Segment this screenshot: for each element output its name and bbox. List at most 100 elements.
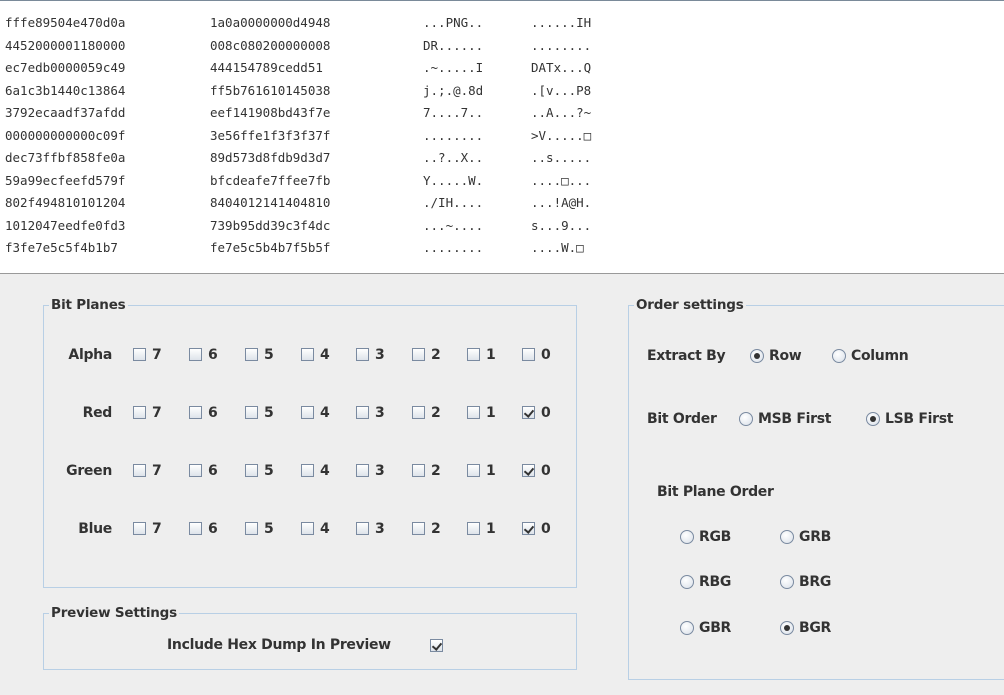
bit-number-label: 7 xyxy=(152,463,162,479)
hex-bytes: 59a99ecfeefd579f xyxy=(5,172,126,188)
bit-checkbox-red-7[interactable] xyxy=(133,406,146,419)
plane-order-grb-radio[interactable] xyxy=(780,530,794,544)
bit-number-label: 5 xyxy=(264,405,274,421)
bit-checkbox-alpha-7[interactable] xyxy=(133,348,146,361)
hex-bytes: fffe89504e470d0a xyxy=(5,15,126,30)
bit-checkbox-green-3[interactable] xyxy=(356,464,369,477)
hex-bytes: 444154789cedd51 xyxy=(210,60,323,75)
hex-bytes: 1a0a0000000d4948 xyxy=(210,15,331,30)
extract-row-radio[interactable] xyxy=(750,349,764,363)
ascii-text: .[v...P8 xyxy=(531,82,592,98)
bit-plane-row-alpha: Alpha 7 6 5 4 3 2 1 0 xyxy=(44,345,574,365)
bit-number-label: 7 xyxy=(152,521,162,537)
plane-order-rbg-label: RBG xyxy=(699,574,732,590)
hex-bytes: 1012047eedfe0fd3 xyxy=(5,217,126,233)
channel-label: Alpha xyxy=(68,347,112,363)
bit-checkbox-alpha-4[interactable] xyxy=(301,348,314,361)
bit-number-label: 7 xyxy=(152,405,162,421)
hex-bytes: 739b95dd39c3f4dc xyxy=(210,217,331,233)
bit-checkbox-green-1[interactable] xyxy=(467,464,480,477)
bit-number-label: 6 xyxy=(208,521,218,537)
bit-plane-row-green: Green 7 6 5 4 3 2 1 0 xyxy=(44,461,574,481)
hex-bytes: 3792ecaadf37afdd xyxy=(5,105,126,120)
bit-checkbox-green-0[interactable] xyxy=(522,464,535,477)
bit-number-label: 4 xyxy=(320,521,330,537)
bit-checkbox-blue-1[interactable] xyxy=(467,522,480,535)
ascii-text: ..s..... xyxy=(531,150,592,165)
hex-bytes: f3fe7e5c5f4b1b7 xyxy=(5,240,118,255)
hex-bytes: eef141908bd43f7e xyxy=(210,105,331,120)
extract-column-radio[interactable] xyxy=(832,349,846,363)
plane-order-bgr-radio[interactable] xyxy=(780,621,794,635)
ascii-text: >V.....□ xyxy=(531,127,592,143)
lsb-first-radio[interactable] xyxy=(866,412,880,426)
bit-checkbox-red-5[interactable] xyxy=(245,406,258,419)
bit-checkbox-alpha-2[interactable] xyxy=(412,348,425,361)
bit-number-label: 2 xyxy=(431,347,441,363)
bit-checkbox-blue-5[interactable] xyxy=(245,522,258,535)
ascii-text: ..?..X.. xyxy=(423,150,484,165)
plane-order-gbr-radio[interactable] xyxy=(680,621,694,635)
bit-number-label: 1 xyxy=(486,347,496,363)
channel-label: Blue xyxy=(78,521,112,537)
bit-checkbox-alpha-1[interactable] xyxy=(467,348,480,361)
bit-checkbox-alpha-0[interactable] xyxy=(522,348,535,361)
ascii-text: ........ xyxy=(423,240,484,255)
bit-number-label: 0 xyxy=(541,405,551,421)
bit-checkbox-blue-0[interactable] xyxy=(522,522,535,535)
hex-bytes: 89d573d8fdb9d3d7 xyxy=(210,150,331,165)
bit-checkbox-red-4[interactable] xyxy=(301,406,314,419)
ascii-text: ......IH xyxy=(531,15,592,30)
plane-order-rgb-radio[interactable] xyxy=(680,530,694,544)
bit-number-label: 0 xyxy=(541,463,551,479)
hex-bytes: 008c080200000008 xyxy=(210,37,331,53)
bit-checkbox-green-6[interactable] xyxy=(189,464,202,477)
ascii-text: ...!A@H. xyxy=(531,195,592,210)
plane-order-rbg-radio[interactable] xyxy=(680,575,694,589)
bit-checkbox-green-4[interactable] xyxy=(301,464,314,477)
bit-checkbox-blue-6[interactable] xyxy=(189,522,202,535)
plane-order-gbr-label: GBR xyxy=(699,620,732,636)
bit-number-label: 7 xyxy=(152,347,162,363)
bit-checkbox-red-1[interactable] xyxy=(467,406,480,419)
msb-first-radio[interactable] xyxy=(739,412,753,426)
hex-bytes: 6a1c3b1440c13864 xyxy=(5,82,126,98)
bit-checkbox-red-6[interactable] xyxy=(189,406,202,419)
hex-bytes: bfcdeafe7ffee7fb xyxy=(210,172,331,188)
bit-planes-title: Bit Planes xyxy=(49,296,128,314)
ascii-text: ....□... xyxy=(531,172,592,188)
bit-checkbox-blue-7[interactable] xyxy=(133,522,146,535)
split-divider[interactable] xyxy=(0,273,1004,274)
include-hex-dump-checkbox[interactable] xyxy=(430,639,443,652)
channel-label: Green xyxy=(66,463,112,479)
bit-checkbox-red-2[interactable] xyxy=(412,406,425,419)
bit-number-label: 3 xyxy=(375,405,385,421)
bit-number-label: 2 xyxy=(431,463,441,479)
plane-order-brg-radio[interactable] xyxy=(780,575,794,589)
hex-dump-row: 802f494810101204 8404012141404810 ./IH....… xyxy=(5,192,631,215)
ascii-text: .~.....I xyxy=(423,60,484,75)
bit-number-label: 1 xyxy=(486,521,496,537)
bit-checkbox-blue-3[interactable] xyxy=(356,522,369,535)
hex-bytes: 4452000001180000 xyxy=(5,37,126,53)
bit-checkbox-green-2[interactable] xyxy=(412,464,425,477)
hex-dump-panel[interactable]: fffe89504e470d0a 1a0a0000000d4948 ...PNG..… xyxy=(0,0,1004,273)
bit-checkbox-blue-4[interactable] xyxy=(301,522,314,535)
bit-checkbox-green-5[interactable] xyxy=(245,464,258,477)
bit-checkbox-alpha-6[interactable] xyxy=(189,348,202,361)
preview-settings-group: Preview Settings Include Hex Dump In Pre… xyxy=(43,604,577,670)
hex-dump-row: ec7edb0000059c49 444154789cedd51 .~.....I D… xyxy=(5,57,631,80)
hex-bytes: dec73ffbf858fe0a xyxy=(5,150,126,165)
bit-number-label: 4 xyxy=(320,405,330,421)
bit-checkbox-alpha-3[interactable] xyxy=(356,348,369,361)
bit-checkbox-alpha-5[interactable] xyxy=(245,348,258,361)
bit-checkbox-blue-2[interactable] xyxy=(412,522,425,535)
ascii-text: DR...... xyxy=(423,37,484,53)
bit-checkbox-green-7[interactable] xyxy=(133,464,146,477)
ascii-text: s...9... xyxy=(531,217,592,233)
bit-number-label: 4 xyxy=(320,463,330,479)
bit-checkbox-red-0[interactable] xyxy=(522,406,535,419)
bit-checkbox-red-3[interactable] xyxy=(356,406,369,419)
bit-number-label: 2 xyxy=(431,521,441,537)
extract-by-label: Extract By xyxy=(647,348,726,364)
